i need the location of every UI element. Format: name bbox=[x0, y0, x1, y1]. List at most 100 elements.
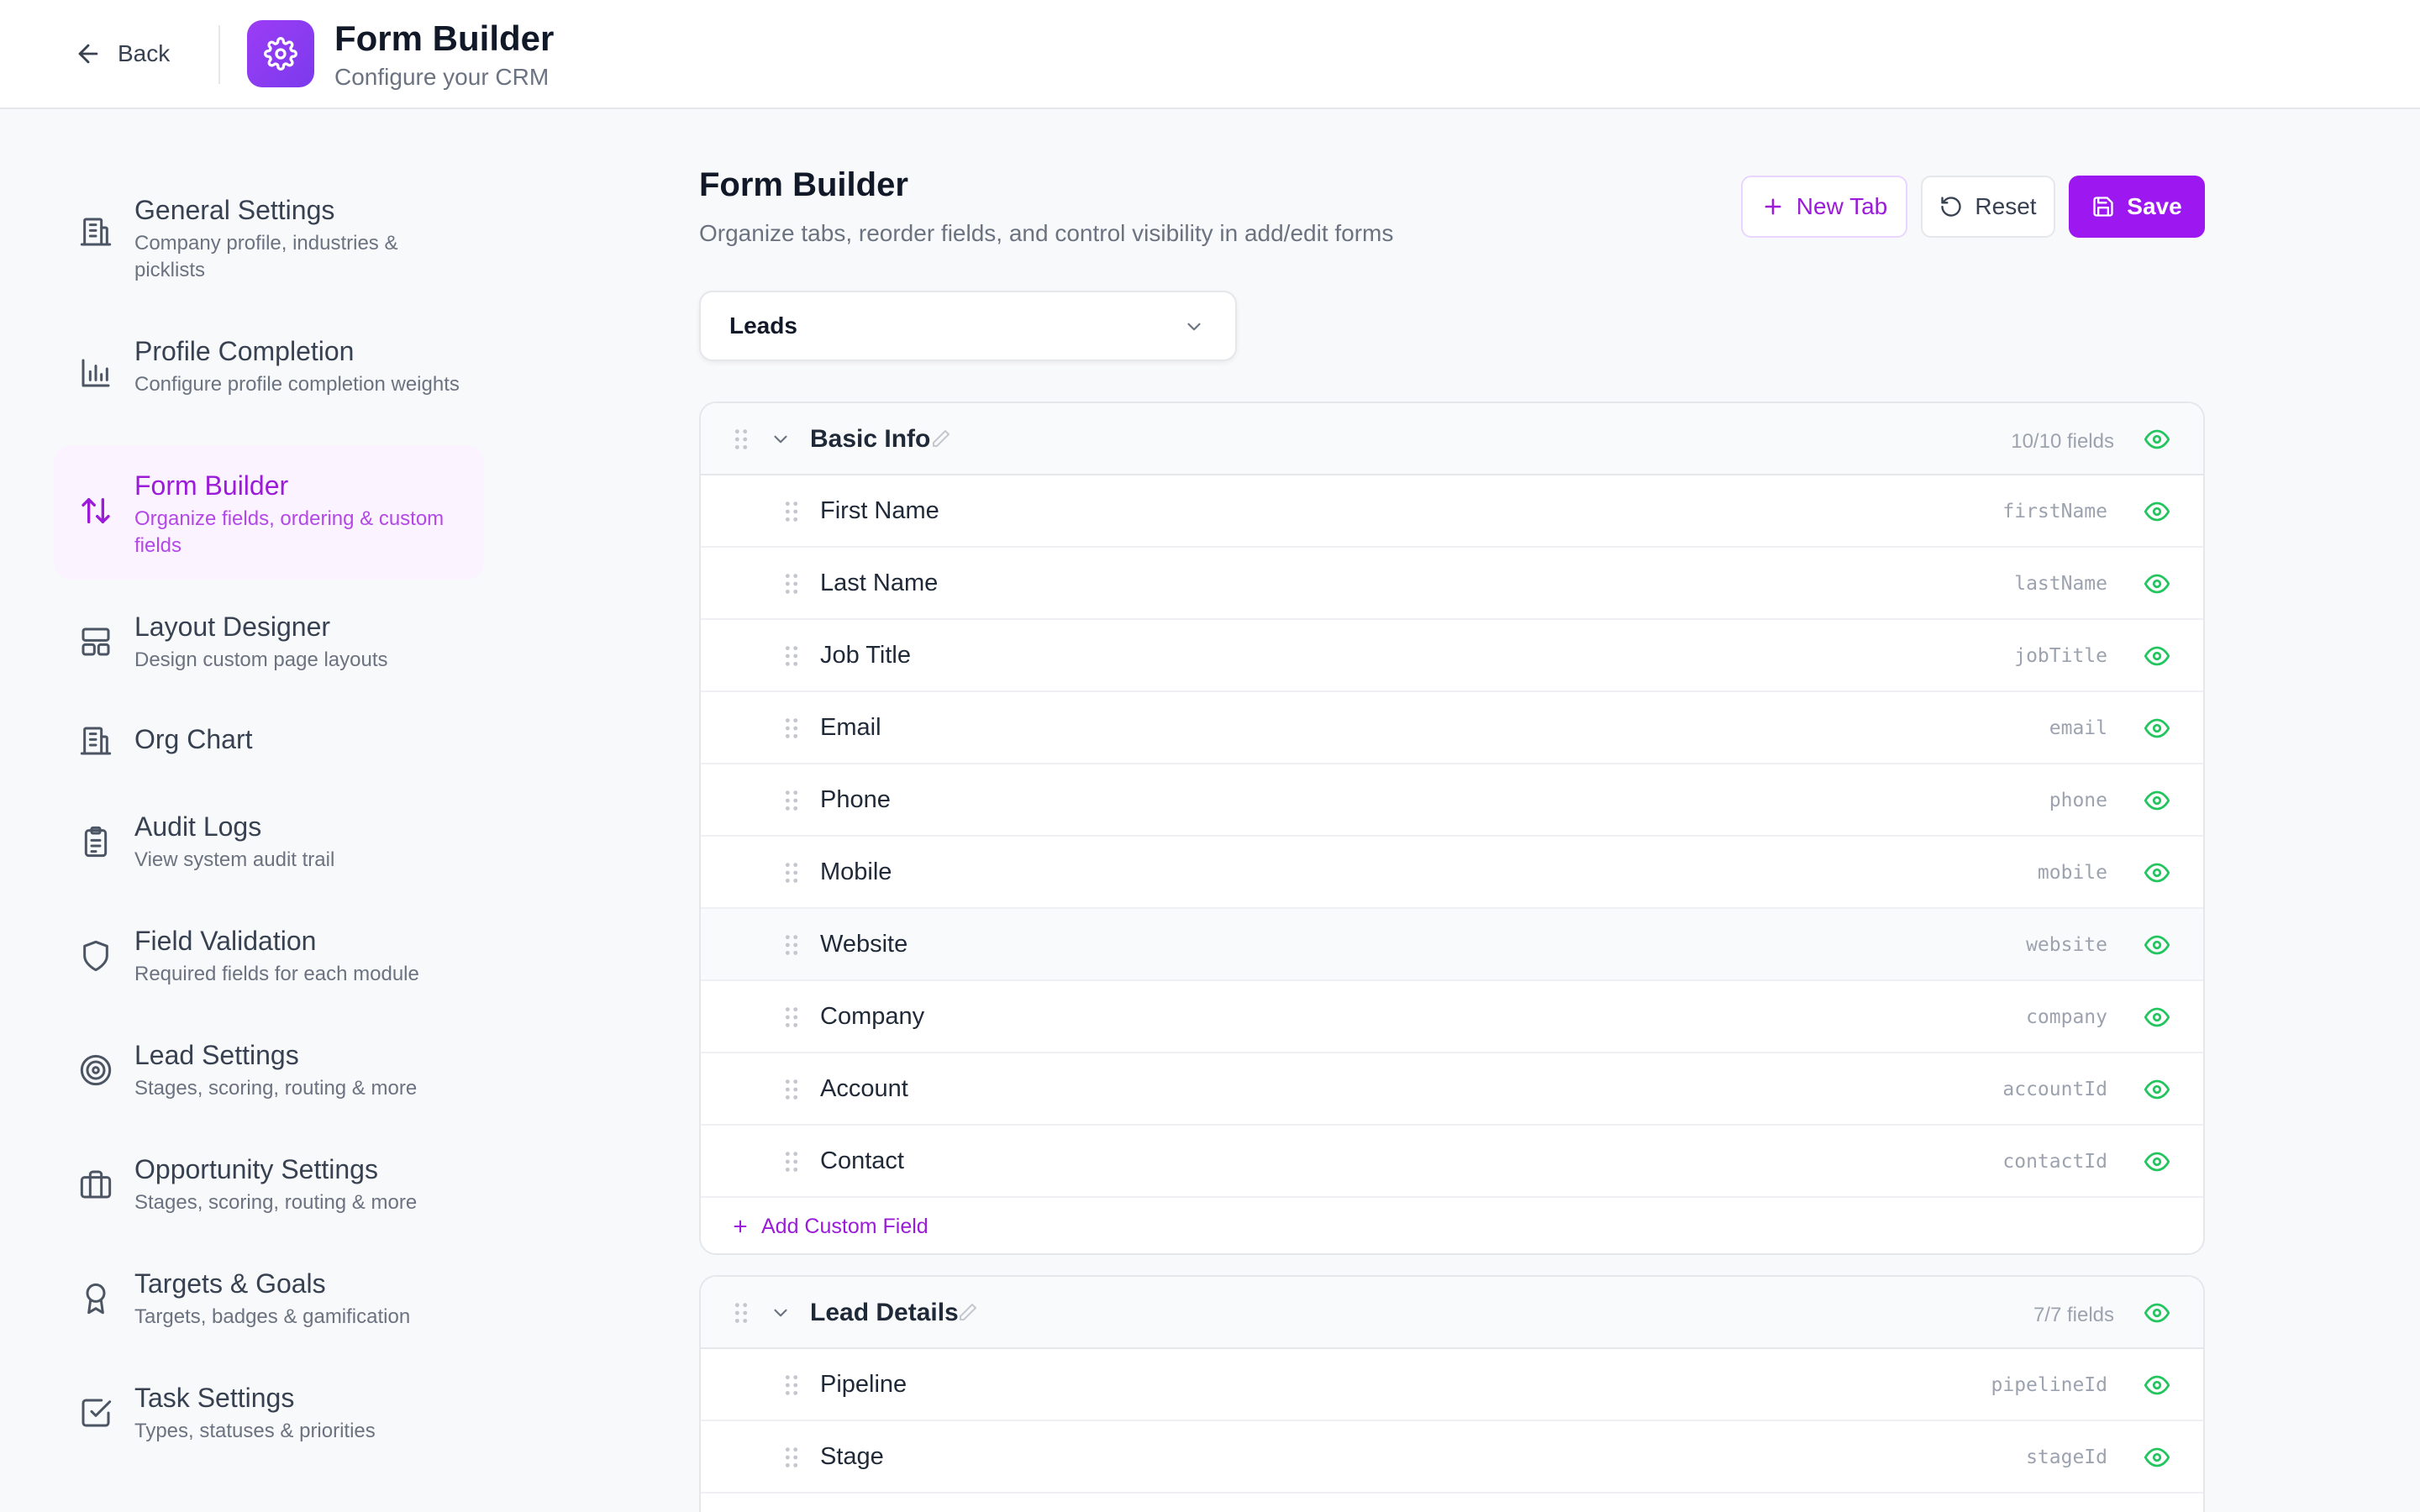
module-select-value: Leads bbox=[729, 312, 797, 339]
drag-handle-icon[interactable] bbox=[783, 716, 800, 741]
field-label: Stage bbox=[820, 1443, 884, 1470]
pencil-icon[interactable] bbox=[958, 1302, 978, 1322]
sidebar-item-audit-logs[interactable]: Audit Logs View system audit trail bbox=[54, 800, 484, 890]
sidebar-item-task-settings[interactable]: Task Settings Types, statuses & prioriti… bbox=[54, 1371, 484, 1462]
drag-handle-icon[interactable] bbox=[783, 499, 800, 524]
sidebar-item-targets-goals[interactable]: Targets & Goals Targets, badges & gamifi… bbox=[54, 1257, 484, 1347]
sidebar-item-org-chart[interactable]: Org Chart bbox=[54, 706, 484, 776]
sidebar-item-general-settings[interactable]: General Settings Company profile, indust… bbox=[54, 175, 484, 289]
page-subtitle: Organize tabs, reorder fields, and contr… bbox=[699, 220, 1394, 246]
eye-icon[interactable] bbox=[2144, 571, 2170, 596]
eye-icon[interactable] bbox=[2144, 1300, 2170, 1326]
sidebar-item-title: Profile Completion bbox=[134, 336, 355, 366]
drag-handle-icon[interactable] bbox=[733, 1300, 750, 1326]
drag-handle-icon[interactable] bbox=[783, 1077, 800, 1102]
eye-icon[interactable] bbox=[2144, 1005, 2170, 1030]
eye-icon[interactable] bbox=[2144, 716, 2170, 741]
award-icon bbox=[79, 1282, 113, 1315]
section-header[interactable]: Lead Details 7/7 fields bbox=[701, 1277, 2203, 1349]
drag-handle-icon[interactable] bbox=[783, 1445, 800, 1470]
new-tab-button[interactable]: New Tab bbox=[1741, 176, 1907, 238]
pencil-icon[interactable] bbox=[931, 428, 951, 449]
eye-icon[interactable] bbox=[2144, 1445, 2170, 1470]
plus-icon bbox=[1765, 198, 1781, 215]
field-row[interactable]: First Name firstName bbox=[701, 475, 2203, 548]
sidebar-item-profile-completion[interactable]: Profile Completion Configure profile com… bbox=[54, 316, 484, 430]
drag-handle-icon[interactable] bbox=[783, 932, 800, 958]
field-row[interactable]: Last Name lastName bbox=[701, 548, 2203, 620]
back-button[interactable]: Back bbox=[74, 34, 170, 74]
drag-handle-icon[interactable] bbox=[783, 788, 800, 813]
sidebar-item-title: Audit Logs bbox=[134, 811, 262, 842]
sidebar-item-form-builder[interactable]: Form Builder Organize fields, ordering &… bbox=[54, 445, 484, 580]
sidebar-item-desc: Configure profile completion weights bbox=[134, 373, 460, 396]
drag-handle-icon[interactable] bbox=[783, 860, 800, 885]
field-row[interactable]: Mobile mobile bbox=[701, 837, 2203, 909]
field-label: Job Title bbox=[820, 642, 911, 669]
eye-icon[interactable] bbox=[2144, 1149, 2170, 1174]
field-row[interactable]: Pipeline pipelineId bbox=[701, 1349, 2203, 1421]
field-row[interactable]: Contact contactId bbox=[701, 1126, 2203, 1198]
eye-icon[interactable] bbox=[2144, 427, 2170, 452]
sidebar-item-title: Layout Designer bbox=[134, 612, 331, 642]
drag-handle-icon[interactable] bbox=[783, 1005, 800, 1030]
field-key: email bbox=[2049, 717, 2107, 739]
plus-icon bbox=[734, 1220, 747, 1233]
field-label: First Name bbox=[820, 497, 939, 524]
eye-icon[interactable] bbox=[2144, 932, 2170, 958]
chevron-down-icon[interactable] bbox=[770, 1302, 792, 1324]
drag-handle-icon[interactable] bbox=[733, 427, 750, 452]
sidebar-item-desc: Design custom page layouts bbox=[134, 648, 388, 671]
chevron-down-icon[interactable] bbox=[770, 428, 792, 450]
sidebar-item-title: Form Builder bbox=[134, 470, 289, 501]
field-row[interactable]: Account accountId bbox=[701, 1053, 2203, 1126]
sidebar-item-layout-designer[interactable]: Layout Designer Design custom page layou… bbox=[54, 596, 484, 687]
eye-icon[interactable] bbox=[2144, 1373, 2170, 1398]
drag-handle-icon[interactable] bbox=[783, 1149, 800, 1174]
field-label: Website bbox=[820, 931, 908, 958]
bar-chart-icon bbox=[79, 356, 113, 390]
field-label: Contact bbox=[820, 1147, 904, 1174]
module-select[interactable]: Leads bbox=[699, 291, 1237, 361]
eye-icon[interactable] bbox=[2144, 788, 2170, 813]
app-subtitle: Configure your CRM bbox=[334, 64, 550, 90]
field-label: Company bbox=[820, 1003, 925, 1030]
field-row[interactable]: Phone phone bbox=[701, 764, 2203, 837]
building-icon bbox=[79, 724, 113, 758]
section-header[interactable]: Basic Info 10/10 fields bbox=[701, 403, 2203, 475]
drag-handle-icon[interactable] bbox=[783, 1373, 800, 1398]
save-button[interactable]: Save bbox=[2069, 176, 2205, 238]
target-icon bbox=[79, 1053, 113, 1087]
add-custom-field-button[interactable]: Add Custom Field bbox=[731, 1201, 929, 1252]
sidebar-item-desc: Required fields for each module bbox=[134, 963, 419, 985]
sidebar-item-field-validation[interactable]: Field Validation Required fields for eac… bbox=[54, 914, 484, 1005]
clipboard-icon bbox=[79, 825, 113, 858]
eye-icon[interactable] bbox=[2144, 643, 2170, 669]
field-count: 10/10 fields bbox=[2011, 430, 2114, 453]
sidebar-item-desc: Stages, scoring, routing & more bbox=[134, 1191, 418, 1214]
sidebar-item-opportunity-settings[interactable]: Opportunity Settings Stages, scoring, ro… bbox=[54, 1142, 484, 1233]
field-row[interactable]: Company company bbox=[701, 981, 2203, 1053]
field-row[interactable]: Email email bbox=[701, 692, 2203, 764]
drag-handle-icon[interactable] bbox=[783, 571, 800, 596]
eye-icon[interactable] bbox=[2144, 1077, 2170, 1102]
sidebar-item-desc: View system audit trail bbox=[134, 848, 335, 871]
field-row[interactable]: Stage stageId bbox=[701, 1421, 2203, 1494]
field-row[interactable]: Job Title jobTitle bbox=[701, 620, 2203, 692]
eye-icon[interactable] bbox=[2144, 499, 2170, 524]
gear-icon bbox=[264, 37, 297, 71]
top-header: Back Form Builder Configure your CRM bbox=[0, 0, 2420, 109]
field-label: Pipeline bbox=[820, 1371, 908, 1398]
back-label: Back bbox=[118, 40, 171, 66]
field-row[interactable]: Website website bbox=[701, 909, 2203, 981]
sort-arrows-icon bbox=[79, 494, 113, 528]
form-section-lead-details: Lead Details 7/7 fields Pipeline pipelin… bbox=[699, 1275, 2205, 1512]
briefcase-icon bbox=[79, 1168, 113, 1201]
sidebar-item-desc: Company profile, industries & picklists bbox=[134, 232, 398, 281]
reset-button[interactable]: Reset bbox=[1921, 176, 2055, 238]
sidebar-item-lead-settings[interactable]: Lead Settings Stages, scoring, routing &… bbox=[54, 1028, 484, 1119]
eye-icon[interactable] bbox=[2144, 860, 2170, 885]
drag-handle-icon[interactable] bbox=[783, 643, 800, 669]
form-section-basic-info: Basic Info 10/10 fields First Name first… bbox=[699, 402, 2205, 1255]
field-key: pipelineId bbox=[1991, 1374, 2107, 1396]
